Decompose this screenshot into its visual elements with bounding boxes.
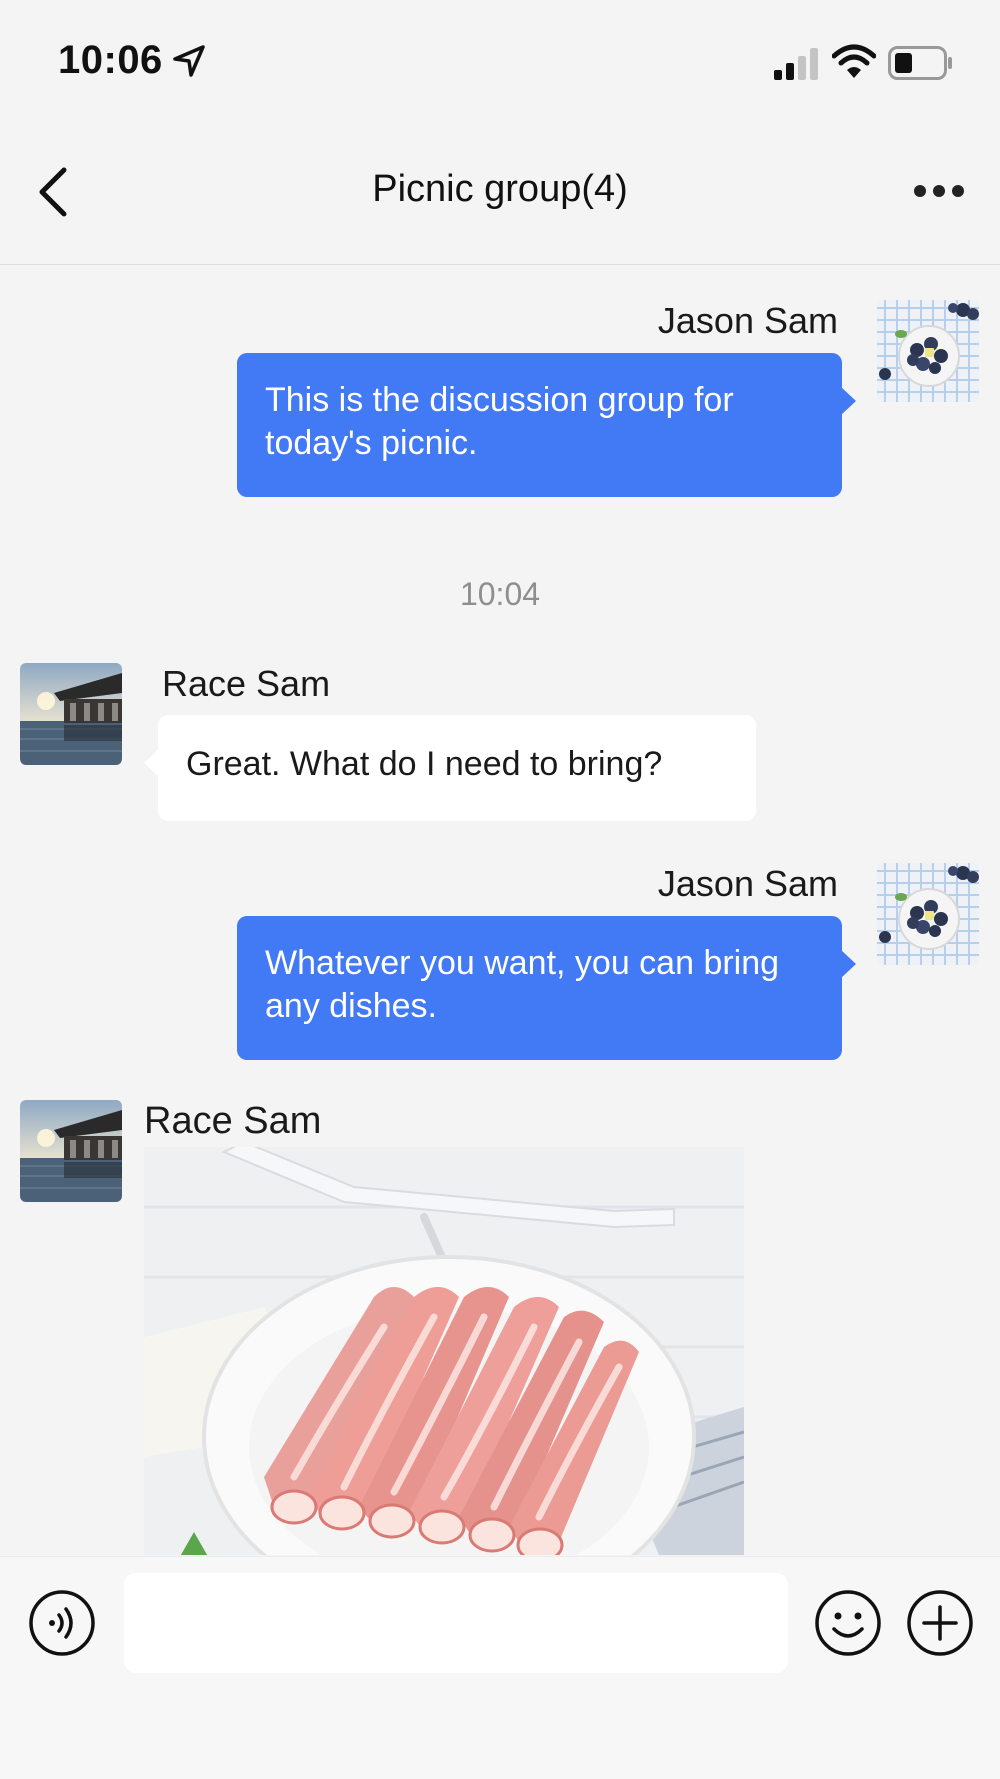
chat-header: Picnic group(4)	[0, 120, 1000, 265]
sender-name: Jason Sam	[657, 300, 838, 341]
more-options-button[interactable]	[908, 166, 974, 216]
wifi-icon	[831, 44, 877, 80]
battery-icon	[888, 46, 954, 80]
message-list[interactable]: Jason Sam This is the discussion group f…	[0, 265, 1000, 1555]
sender-name: Race Sam	[144, 1100, 322, 1142]
avatar-jason[interactable]	[877, 863, 979, 965]
sender-name: Race Sam	[162, 663, 331, 704]
avatar-race[interactable]	[20, 1100, 122, 1202]
shared-photo-meat-rolls[interactable]	[144, 1147, 744, 1555]
status-time: 10:06	[58, 38, 163, 82]
chat-title: Picnic group(4)	[372, 168, 628, 210]
message-bubble-outgoing[interactable]: Whatever you want, you can bring any dis…	[237, 916, 856, 1060]
message-input[interactable]	[124, 1573, 788, 1673]
voice-icon[interactable]	[28, 1589, 96, 1657]
status-bar: 10:06	[0, 0, 1000, 120]
avatar-jason[interactable]	[877, 300, 979, 402]
cellular-signal-icon	[774, 48, 820, 80]
plus-icon[interactable]	[906, 1589, 974, 1657]
message-bubble-outgoing[interactable]: This is the discussion group for today's…	[237, 353, 856, 497]
location-arrow-icon	[172, 44, 206, 78]
emoji-icon[interactable]	[814, 1589, 882, 1657]
message-input-bar	[0, 1556, 1000, 1779]
sender-name: Jason Sam	[657, 863, 838, 904]
message-bubble-incoming[interactable]: Great. What do I need to bring?	[144, 715, 756, 821]
message-timestamp: 10:04	[459, 576, 541, 612]
avatar-race[interactable]	[20, 663, 122, 765]
